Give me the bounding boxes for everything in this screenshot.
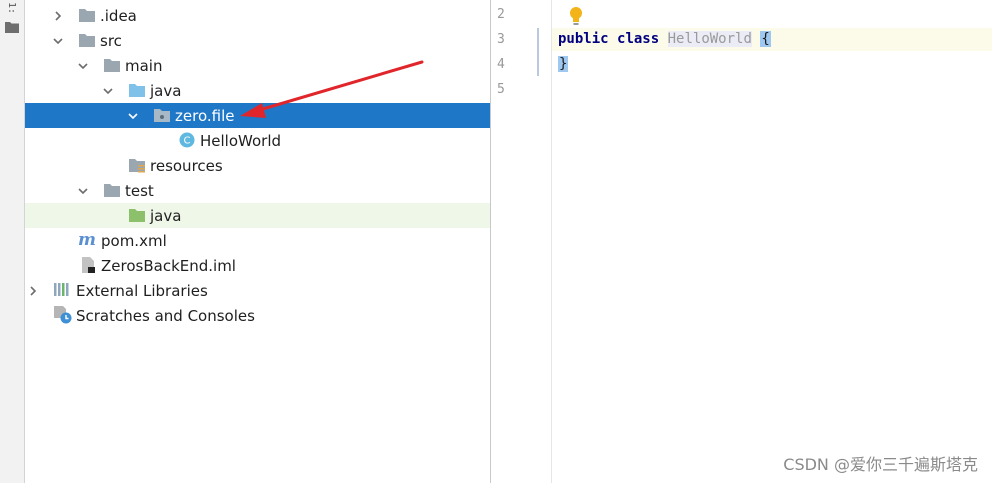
tree-row-scratches[interactable]: Scratches and Consoles (25, 303, 490, 328)
tree-row-label: resources (150, 156, 223, 175)
tree-row-external-libraries[interactable]: External Libraries (25, 278, 490, 303)
close-brace: } (558, 56, 569, 72)
class-name: HelloWorld (667, 31, 752, 47)
maven-icon: m (78, 230, 96, 250)
open-brace: { (760, 31, 771, 47)
chevron-down-icon[interactable] (51, 34, 65, 48)
tree-row-label: main (125, 56, 163, 75)
folder-icon (103, 57, 121, 73)
svg-text:m: m (78, 230, 96, 248)
line-number: 5 (497, 82, 505, 97)
tree-row-iml[interactable]: ZerosBackEnd.iml (25, 253, 490, 278)
tree-row-label: java (150, 81, 182, 100)
editor-gutter: 2 3 4 5 (491, 0, 552, 483)
line-number: 4 (497, 57, 505, 72)
libraries-icon (53, 281, 71, 297)
source-folder-icon (128, 82, 146, 98)
test-source-folder-icon (128, 207, 146, 223)
folder-icon (78, 7, 96, 23)
tree-row-label: Scratches and Consoles (76, 306, 255, 325)
folder-icon (103, 182, 121, 198)
tree-row-java-test[interactable]: java (25, 203, 490, 228)
tree-row-zero-file[interactable]: zero.file (25, 103, 490, 128)
chevron-down-icon[interactable] (76, 184, 90, 198)
tool-window-strip: 1: (0, 0, 25, 483)
chevron-down-icon[interactable] (126, 109, 140, 123)
tree-row-pom[interactable]: m pom.xml (25, 228, 490, 253)
project-tree: .idea src main java zero.file C HelloWor… (25, 0, 491, 483)
package-icon (153, 107, 171, 123)
keyword-class: class (617, 31, 660, 47)
scratches-icon (53, 305, 72, 324)
chevron-down-icon[interactable] (76, 59, 90, 73)
line-number: 2 (497, 7, 505, 22)
tree-row-label: HelloWorld (200, 131, 282, 150)
tree-row-label: zero.file (175, 106, 235, 125)
tree-row-helloworld[interactable]: C HelloWorld (25, 128, 490, 153)
tree-row-label: src (100, 31, 122, 50)
tree-row-label: ZerosBackEnd.iml (101, 256, 236, 275)
class-icon: C (178, 132, 196, 148)
tree-row-label: java (150, 206, 182, 225)
tree-row-idea[interactable]: .idea (25, 3, 490, 28)
line-number: 3 (497, 32, 505, 47)
keyword-public: public (558, 31, 609, 47)
watermark: CSDN @爱你三千遍斯塔克 (783, 455, 978, 474)
tree-row-main[interactable]: main (25, 53, 490, 78)
code-line-3: public class HelloWorld { (558, 31, 771, 47)
tree-row-label: External Libraries (76, 281, 208, 300)
svg-text:C: C (184, 136, 191, 147)
chevron-down-icon[interactable] (101, 84, 115, 98)
fold-marker[interactable] (537, 28, 539, 76)
code-editor[interactable]: public class HelloWorld { } CSDN @爱你三千遍斯… (552, 0, 992, 483)
lightbulb-icon[interactable] (568, 6, 584, 30)
tree-row-resources[interactable]: resources (25, 153, 490, 178)
chevron-right-icon[interactable] (26, 284, 40, 298)
tree-row-test[interactable]: test (25, 178, 490, 203)
tree-row-label: test (125, 181, 154, 200)
tree-row-label: pom.xml (101, 231, 167, 250)
project-tab-label[interactable]: 1: (6, 2, 17, 14)
tree-row-java-source[interactable]: java (25, 78, 490, 103)
tree-row-src[interactable]: src (25, 28, 490, 53)
code-line-4: } (558, 56, 569, 72)
tree-row-label: .idea (100, 6, 137, 25)
project-folder-icon[interactable] (5, 18, 19, 37)
chevron-right-icon[interactable] (51, 9, 65, 23)
folder-icon (78, 32, 96, 48)
resources-folder-icon (128, 157, 146, 173)
module-file-icon (81, 256, 99, 273)
